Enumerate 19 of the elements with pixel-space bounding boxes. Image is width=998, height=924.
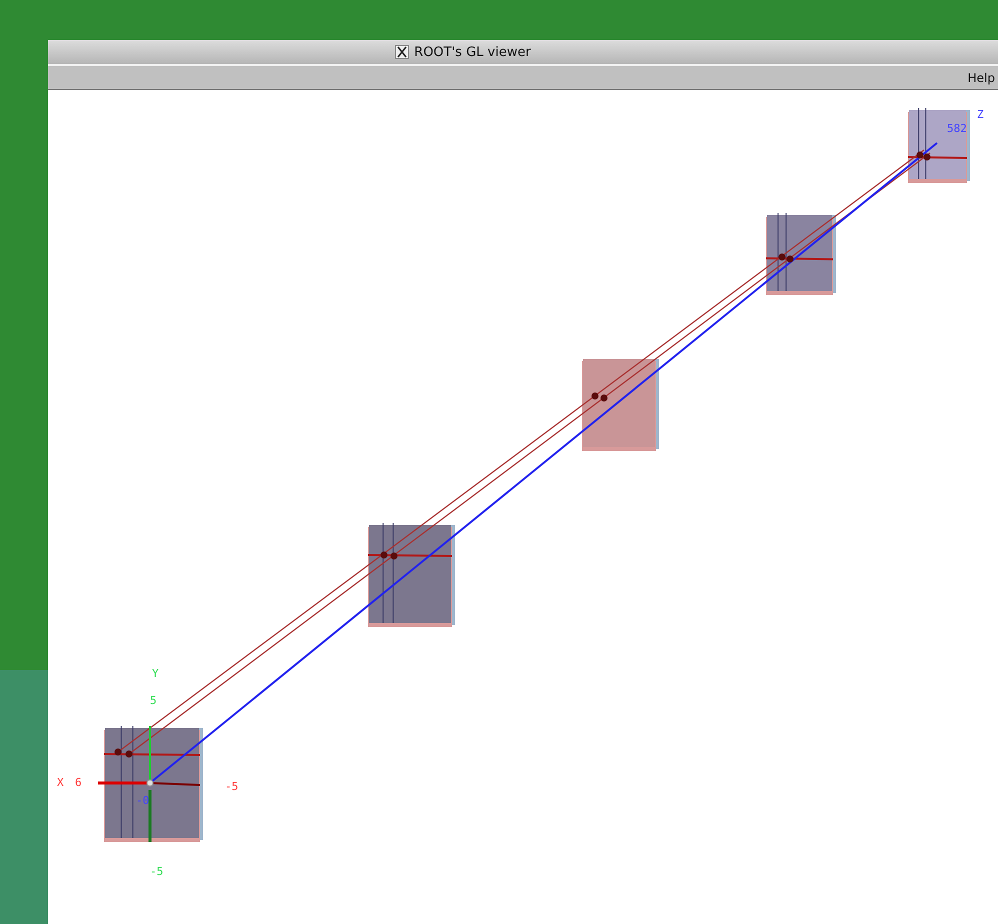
window-icon <box>395 45 410 59</box>
axis-label: -0 <box>136 794 150 807</box>
axis-label: -5 <box>225 780 238 793</box>
hit-marker <box>592 392 598 400</box>
axis-label: Y <box>152 667 159 680</box>
axis-label: 5 <box>150 694 157 707</box>
axis-label: X <box>57 776 64 789</box>
window-title: ROOT's GL viewer <box>414 44 531 60</box>
menu-item[interactable]: Help <box>964 70 998 84</box>
axis-label: Z <box>977 108 984 121</box>
hit-marker <box>380 552 388 558</box>
axis-label: 6 <box>75 776 82 789</box>
origin-marker <box>146 780 154 786</box>
axis-label: -5 <box>150 865 164 878</box>
axis-label: 582 <box>947 122 967 135</box>
hit-marker <box>390 552 398 560</box>
hit-marker <box>600 394 608 402</box>
hit-marker <box>114 748 122 756</box>
hit-marker <box>126 750 132 758</box>
